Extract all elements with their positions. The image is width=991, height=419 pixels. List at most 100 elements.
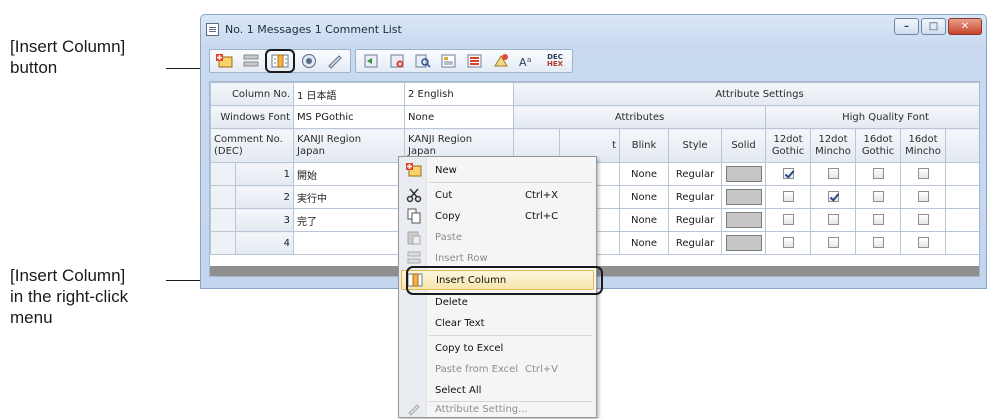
menu-item-new[interactable]: New [401, 160, 594, 180]
row-selector[interactable] [210, 162, 236, 186]
jp-text-cell[interactable]: 実行中 [293, 185, 406, 209]
dec-hex-button[interactable]: DEC HEX [541, 51, 569, 71]
menu-item-label: Select All [435, 384, 482, 396]
new-text-button[interactable] [489, 51, 513, 71]
title-bar: No. 1 Messages 1 Comment List – □ ✕ [201, 15, 986, 43]
add-comment-button[interactable] [213, 51, 237, 71]
comment-number: 1 [234, 162, 295, 186]
column-2-number[interactable]: 2 English [404, 82, 515, 106]
checkbox-12dot-gothic[interactable] [782, 214, 794, 226]
paste-icon [401, 227, 427, 247]
column-1-number[interactable]: 1 日本語 [293, 82, 406, 106]
menu-item-delete[interactable]: Delete [401, 292, 594, 312]
solid-cell[interactable] [721, 162, 767, 186]
column-1-region[interactable]: KANJI Region Japan [293, 128, 406, 163]
blink-cell[interactable]: None [619, 208, 670, 232]
search-button[interactable] [411, 51, 435, 71]
checkbox-16dot-gothic[interactable] [872, 214, 884, 226]
checkbox-16dot-mincho[interactable] [917, 191, 929, 203]
windows-font-row: Windows Font MS PGothic None Attributes … [210, 105, 979, 129]
checkbox-12dot-mincho[interactable] [827, 214, 839, 226]
copy-sheet-button[interactable] [437, 51, 461, 71]
solid-cell[interactable] [721, 208, 767, 232]
toolbar-group-edit [209, 49, 351, 73]
blink-cell[interactable]: None [619, 185, 670, 209]
blink-header: Blink [619, 128, 670, 163]
checkbox-12dot-mincho[interactable] [827, 191, 839, 203]
menu-item-label: Delete [435, 296, 468, 308]
svg-text:a: a [527, 56, 531, 64]
column-2-font[interactable]: None [404, 105, 515, 129]
delete-row-icon [243, 54, 259, 67]
menu-item-copy-to-excel[interactable]: Copy to Excel [401, 338, 594, 358]
hex-label: HEX [546, 60, 564, 68]
style-cell[interactable]: Regular [668, 162, 723, 186]
insert-column-button[interactable] [265, 49, 295, 73]
extra-cell [945, 185, 979, 209]
menu-item-cut[interactable]: Cut Ctrl+X [401, 185, 594, 205]
maximize-button[interactable]: □ [921, 18, 946, 35]
jp-text-cell[interactable]: 開始 [293, 162, 406, 186]
checkbox-16dot-mincho[interactable] [917, 214, 929, 226]
checkbox-12dot-gothic[interactable] [782, 168, 794, 180]
checkbox-12dot-mincho[interactable] [827, 237, 839, 249]
menu-item-label: Attribute Setting... [435, 403, 528, 415]
menu-item-insert-row[interactable]: Insert Row [401, 248, 594, 268]
attribute-button[interactable] [323, 51, 347, 71]
menu-item-label: New [435, 164, 457, 176]
font-button[interactable]: Aa [515, 51, 539, 71]
copy-sheet-icon [441, 54, 456, 68]
font-icon: Aa [519, 56, 531, 69]
font-16dot-gothic-header: 16dot Gothic [855, 128, 902, 163]
style-cell[interactable]: Regular [668, 208, 723, 232]
style-cell[interactable]: Regular [668, 231, 723, 255]
row-selector[interactable] [210, 185, 236, 209]
blink-cell[interactable]: None [619, 162, 670, 186]
info-button[interactable] [297, 51, 321, 71]
solid-swatch [725, 235, 762, 251]
column-number-row: Column No. 1 日本語 2 English Attribute Set… [210, 82, 979, 106]
checkbox-16dot-gothic[interactable] [872, 237, 884, 249]
dec-hex-icon: DEC HEX [547, 54, 563, 68]
checkbox-12dot-gothic[interactable] [782, 237, 794, 249]
extra-cell [945, 231, 979, 255]
export-button[interactable] [359, 51, 383, 71]
checkbox-16dot-gothic[interactable] [872, 191, 884, 203]
menu-item-shortcut: Ctrl+X [525, 189, 559, 201]
menu-item-copy[interactable]: Copy Ctrl+C [401, 206, 594, 226]
style-cell[interactable]: Regular [668, 185, 723, 209]
delete-sheet-button[interactable] [463, 51, 487, 71]
attribute-icon [328, 55, 342, 69]
solid-cell[interactable] [721, 185, 767, 209]
solid-swatch [725, 166, 762, 182]
menu-item-select-all[interactable]: Select All [401, 380, 594, 400]
insert-column-icon [271, 54, 289, 68]
menu-item-clear-text[interactable]: Clear Text [401, 313, 594, 333]
checkbox-16dot-gothic[interactable] [872, 168, 884, 180]
jp-text-cell[interactable]: 完了 [293, 208, 406, 232]
blink-cell[interactable]: None [619, 231, 670, 255]
checkbox-12dot-gothic[interactable] [782, 191, 794, 203]
import-button[interactable] [385, 51, 409, 71]
jp-text-cell[interactable] [293, 231, 406, 255]
row-selector[interactable] [210, 231, 236, 255]
checkbox-16dot-mincho[interactable] [917, 168, 929, 180]
scissors-icon [401, 185, 427, 205]
search-icon [415, 54, 431, 68]
menu-item-paste[interactable]: Paste [401, 227, 594, 247]
checkbox-12dot-mincho[interactable] [827, 168, 839, 180]
menu-item-paste-from-excel[interactable]: Paste from Excel Ctrl+V [401, 359, 594, 379]
font-12dot-mincho-header: 12dot Mincho [810, 128, 857, 163]
attributes-header: Attributes [513, 105, 767, 129]
solid-swatch [725, 212, 762, 228]
menu-item-label: Paste [435, 231, 462, 243]
column-1-font[interactable]: MS PGothic [293, 105, 406, 129]
new-comment-icon [401, 160, 427, 180]
row-selector[interactable] [210, 208, 236, 232]
delete-row-button[interactable] [239, 51, 263, 71]
close-button[interactable]: ✕ [948, 18, 982, 35]
checkbox-16dot-mincho[interactable] [917, 237, 929, 249]
solid-cell[interactable] [721, 231, 767, 255]
menu-item-attribute-setting[interactable]: Attribute Setting... [401, 400, 594, 418]
minimize-button[interactable]: – [894, 18, 919, 35]
